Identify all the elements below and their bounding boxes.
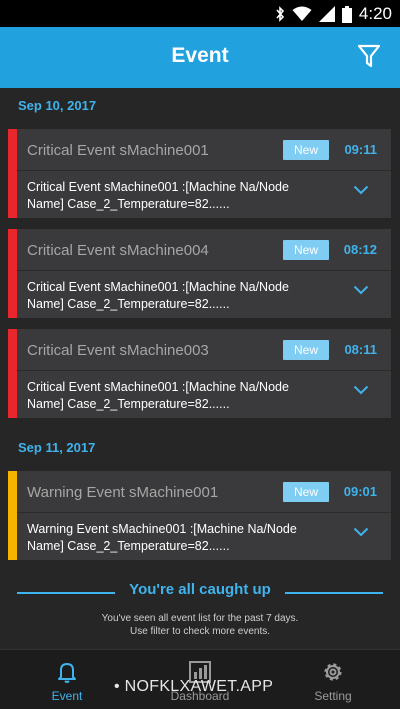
event-card-header[interactable]: Warning Event sMachine001 New 09:01: [17, 471, 391, 513]
app-header: Event: [0, 27, 400, 88]
chevron-down-icon[interactable]: [353, 527, 369, 537]
bell-icon: [58, 663, 76, 683]
bluetooth-icon: [276, 6, 284, 22]
severity-indicator: [8, 329, 17, 418]
event-card-header[interactable]: Critical Event sMachine001 New 09:11: [17, 129, 391, 171]
event-title: Critical Event sMachine004: [27, 242, 209, 259]
new-badge: New: [283, 340, 329, 360]
event-detail: Critical Event sMachine001 :[Machine Na/…: [27, 380, 289, 411]
event-detail: Critical Event sMachine001 :[Machine Na/…: [27, 280, 289, 311]
severity-indicator: [8, 471, 17, 560]
new-badge: New: [283, 140, 329, 160]
caught-up-line-2: Use filter to check more events.: [129, 626, 271, 637]
caught-up-description: You've seen all event list for the past …: [0, 612, 400, 638]
page-title: Event: [171, 44, 229, 67]
event-title: Critical Event sMachine003: [27, 342, 209, 359]
new-badge: New: [283, 240, 329, 260]
chevron-down-icon[interactable]: [353, 185, 369, 195]
event-time: 08:11: [344, 342, 377, 357]
caught-up-line-1: You've seen all event list for the past …: [101, 613, 299, 624]
watermark: • NOFKLXAWET.APP: [114, 678, 274, 695]
event-card[interactable]: Warning Event sMachine001 New 09:01 Warn…: [8, 471, 391, 560]
event-card-header[interactable]: Critical Event sMachine003 New 08:11: [17, 329, 391, 371]
event-card[interactable]: Critical Event sMachine004 New 08:12 Cri…: [8, 229, 391, 318]
event-card-header[interactable]: Critical Event sMachine004 New 08:12: [17, 229, 391, 271]
event-title: Warning Event sMachine001: [27, 484, 219, 501]
event-time: 08:12: [343, 242, 377, 257]
chevron-down-icon[interactable]: [353, 285, 369, 295]
signal-icon: [318, 6, 335, 22]
event-list[interactable]: Sep 10, 2017 Critical Event sMachine001 …: [0, 88, 400, 648]
wifi-icon: [292, 6, 312, 21]
status-icons: 4:20: [275, 4, 392, 24]
nav-item-setting[interactable]: Setting: [266, 650, 400, 709]
caught-up-section: You're all caught up You've seen all eve…: [0, 579, 400, 649]
event-card[interactable]: Critical Event sMachine003 New 08:11 Cri…: [8, 329, 391, 418]
severity-indicator: [8, 229, 17, 318]
filter-icon[interactable]: [358, 44, 380, 68]
event-title: Critical Event sMachine001: [27, 142, 209, 159]
event-time: 09:11: [344, 142, 377, 157]
severity-indicator: [8, 129, 17, 218]
caught-up-heading: You're all caught up: [129, 581, 271, 598]
gear-icon: [324, 663, 342, 681]
date-header: Sep 11, 2017: [18, 440, 96, 455]
status-time: 4:20: [358, 4, 392, 23]
event-card[interactable]: Critical Event sMachine001 New 09:11 Cri…: [8, 129, 391, 218]
battery-icon: [341, 5, 352, 23]
status-bar: 4:20: [0, 0, 400, 27]
date-header: Sep 10, 2017: [18, 98, 97, 113]
nav-label: Setting: [314, 689, 352, 703]
event-time: 09:01: [343, 484, 377, 499]
event-detail: Critical Event sMachine001 :[Machine Na/…: [27, 180, 289, 211]
chevron-down-icon[interactable]: [353, 385, 369, 395]
new-badge: New: [283, 482, 329, 502]
event-detail: Warning Event sMachine001 :[Machine Na/N…: [27, 522, 297, 553]
